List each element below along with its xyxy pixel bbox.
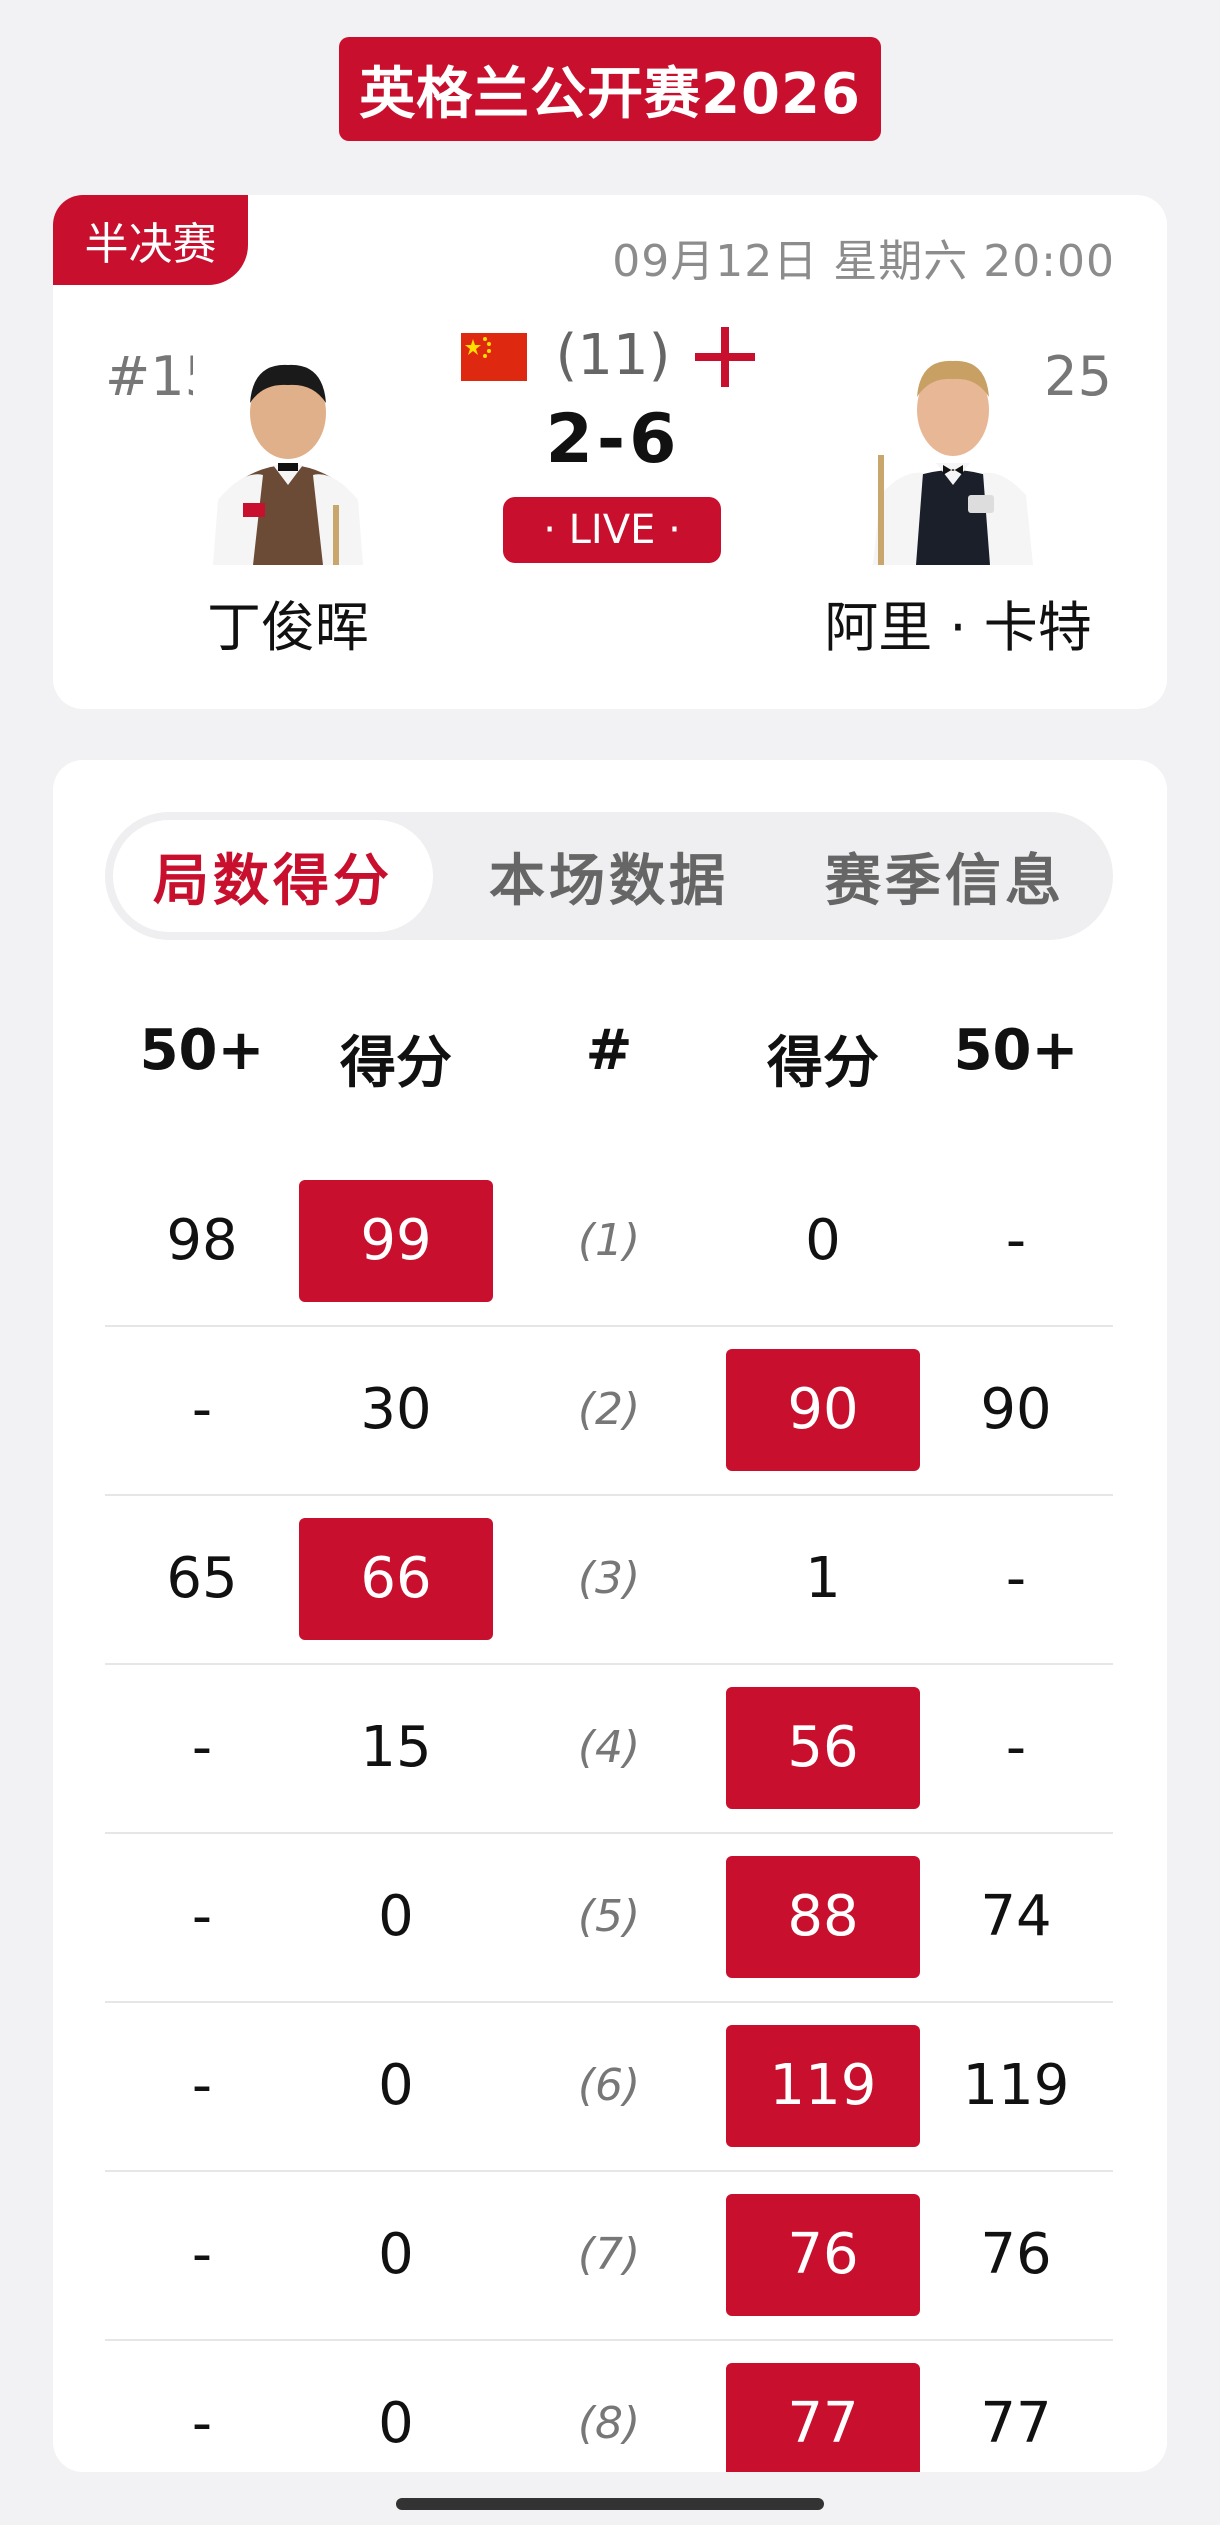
right-break-cell: 77: [980, 2391, 1052, 2456]
header-left-score: 得分: [340, 1031, 452, 1096]
match-score: 2-6: [545, 400, 681, 479]
header-right-score: 得分: [767, 1031, 879, 1096]
frame-number-cell: (6): [577, 2060, 641, 2111]
left-score-cell: 0: [378, 2053, 414, 2118]
left-score-cell: 0: [378, 2391, 414, 2456]
table-row: 65 66 (3) 1 -: [105, 1496, 1113, 1665]
player-left-avatar[interactable]: [193, 335, 383, 565]
left-break-cell: 98: [166, 1208, 238, 1273]
frame-number-cell: (2): [577, 1384, 641, 1435]
player-left-name[interactable]: 丁俊晖: [193, 583, 383, 662]
left-score-cell: 0: [378, 2222, 414, 2287]
table-row: 98 99 (1) 0 -: [105, 1158, 1113, 1327]
player-right-name[interactable]: 阿里 · 卡特: [793, 583, 1123, 662]
stats-card: 局数得分 本场数据 赛季信息 50+ 得分 # 得分 50+ 98 99 (1)…: [53, 760, 1167, 2472]
right-score-cell: 119: [726, 2003, 920, 2168]
left-score-cell: 15: [360, 1715, 432, 1780]
tab-match-stats[interactable]: 本场数据: [449, 820, 769, 932]
right-score-cell: 88: [726, 1834, 920, 1999]
table-row: - 15 (4) 56 -: [105, 1665, 1113, 1834]
header-right-breaks: 50+: [953, 1018, 1079, 1083]
winner-score-box: 99: [299, 1179, 493, 1302]
table-body: 98 99 (1) 0 - - 30 (2) 90 90 65 66 (3) 1…: [105, 1158, 1113, 2472]
right-break-cell: 119: [962, 2053, 1070, 2118]
table-row: - 0 (7) 76 76: [105, 2172, 1113, 2341]
stage-badge: 半决赛: [53, 195, 248, 285]
frame-number-cell: (3): [577, 1553, 641, 1604]
right-score-cell: 76: [726, 2172, 920, 2337]
home-indicator[interactable]: [396, 2498, 824, 2510]
right-score-cell: 77: [726, 2341, 920, 2472]
winner-score-box: 77: [726, 2362, 920, 2472]
right-break-cell: 90: [980, 1377, 1052, 1442]
winner-score-box: 90: [726, 1348, 920, 1471]
frame-number-cell: (4): [577, 1722, 641, 1773]
right-break-cell: 74: [980, 1884, 1052, 1949]
left-break-cell: -: [191, 1884, 213, 1949]
table-header: 50+ 得分 # 得分 50+: [105, 970, 1113, 1110]
player-right-avatar[interactable]: [858, 335, 1048, 565]
right-score-cell: 0: [805, 1208, 841, 1273]
china-flag-icon: [461, 333, 527, 381]
left-break-cell: -: [191, 1715, 213, 1780]
left-score-cell: 30: [360, 1377, 432, 1442]
table-row: - 0 (5) 88 74: [105, 1834, 1113, 2003]
match-card: 半决赛 09月12日 星期六 20:00 #15 #25 丁俊晖 阿里 · 卡特: [53, 195, 1167, 709]
table-row: - 0 (8) 77 77: [105, 2341, 1113, 2472]
winner-score-box: 76: [726, 2193, 920, 2316]
left-break-cell: -: [191, 2391, 213, 2456]
right-score-cell: 90: [726, 1327, 920, 1492]
right-break-cell: -: [1005, 1546, 1027, 1611]
left-break-cell: 65: [166, 1546, 238, 1611]
frame-number-cell: (7): [577, 2229, 641, 2280]
left-break-cell: -: [191, 2222, 213, 2287]
frame-number-cell: (8): [577, 2398, 641, 2449]
winner-score-box: 56: [726, 1686, 920, 1809]
frame-score-table: 50+ 得分 # 得分 50+ 98 99 (1) 0 - - 30 (2) 9…: [105, 970, 1113, 2472]
left-score-cell: 0: [378, 1884, 414, 1949]
right-break-cell: -: [1005, 1208, 1027, 1273]
tab-bar: 局数得分 本场数据 赛季信息: [105, 812, 1113, 940]
frame-number-cell: (1): [577, 1215, 641, 1266]
england-flag-icon: [695, 327, 755, 387]
tab-frame-scores[interactable]: 局数得分: [113, 820, 433, 932]
frame-number-cell: (5): [577, 1891, 641, 1942]
winner-score-box: 66: [299, 1517, 493, 1640]
right-score-cell: 56: [726, 1665, 920, 1830]
tournament-title: 英格兰公开赛2026: [339, 37, 881, 141]
live-badge[interactable]: · LIVE ·: [503, 497, 721, 563]
match-datetime: 09月12日 星期六 20:00: [612, 236, 1115, 287]
header-frame-number: #: [585, 1018, 633, 1083]
right-score-cell: 1: [805, 1546, 841, 1611]
left-break-cell: -: [191, 1377, 213, 1442]
right-break-cell: -: [1005, 1715, 1027, 1780]
left-score-cell: 99: [299, 1158, 493, 1323]
winner-score-box: 88: [726, 1855, 920, 1978]
table-row: - 0 (6) 119 119: [105, 2003, 1113, 2172]
winner-score-box: 119: [726, 2024, 920, 2147]
left-break-cell: -: [191, 2053, 213, 2118]
header-left-breaks: 50+: [139, 1018, 265, 1083]
best-of-frames: (11): [555, 323, 671, 388]
right-break-cell: 76: [980, 2222, 1052, 2287]
tab-season-info[interactable]: 赛季信息: [785, 820, 1105, 932]
left-score-cell: 66: [299, 1496, 493, 1661]
table-row: - 30 (2) 90 90: [105, 1327, 1113, 1496]
